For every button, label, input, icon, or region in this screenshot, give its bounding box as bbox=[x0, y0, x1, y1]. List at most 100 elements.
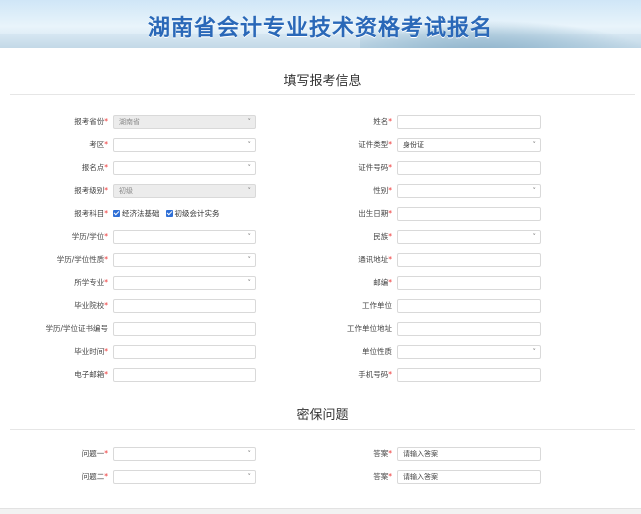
required-mark: * bbox=[388, 472, 392, 481]
field-label: 性别* bbox=[282, 183, 392, 199]
chevron-down-icon: ˅ bbox=[532, 348, 537, 356]
select-field[interactable]: ˅ bbox=[397, 345, 541, 359]
required-mark: * bbox=[388, 232, 392, 241]
page-title: 湖南省会计专业技术资格考试报名 bbox=[147, 16, 493, 41]
required-mark: * bbox=[388, 186, 392, 195]
subject-checkboxes: 经济法基础 初级会计实务 bbox=[113, 206, 226, 222]
answer-label-text: 答案 bbox=[373, 472, 389, 481]
text-input[interactable] bbox=[113, 345, 256, 359]
chevron-down-icon: ˅ bbox=[247, 233, 252, 241]
chevron-down-icon: ˅ bbox=[247, 141, 252, 149]
field-label: 手机号码* bbox=[282, 367, 392, 383]
field-label-text: 报考级别 bbox=[74, 186, 105, 195]
header-banner: 湖南省会计专业技术资格考试报名 bbox=[0, 0, 641, 48]
field-label: 报考级别* bbox=[0, 183, 108, 199]
text-input[interactable] bbox=[397, 115, 541, 129]
field-label: 姓名* bbox=[282, 114, 392, 130]
section-divider bbox=[10, 94, 635, 95]
checkbox-checked-icon[interactable] bbox=[113, 210, 120, 217]
field-label-text: 学历/学位证书编号 bbox=[45, 324, 108, 333]
field-label: 毕业院校* bbox=[0, 298, 108, 314]
text-input[interactable] bbox=[397, 207, 541, 221]
security-question-select[interactable]: ˅ bbox=[113, 470, 256, 484]
section-divider bbox=[10, 429, 635, 430]
chevron-down-icon: ˅ bbox=[247, 279, 252, 287]
chevron-down-icon: ˅ bbox=[532, 187, 537, 195]
required-mark: * bbox=[104, 347, 108, 356]
select-field[interactable]: ˅ bbox=[113, 230, 256, 244]
field-label: 证件类型* bbox=[282, 137, 392, 153]
section-title-security: 密保问题 bbox=[296, 408, 349, 423]
required-mark: * bbox=[104, 186, 108, 195]
text-input[interactable] bbox=[397, 299, 541, 313]
field-label: 通讯地址* bbox=[282, 252, 392, 268]
field-label-text: 性别 bbox=[373, 186, 389, 195]
text-input[interactable] bbox=[397, 253, 541, 267]
field-label: 学历/学位证书编号 bbox=[0, 321, 108, 337]
select-field[interactable]: ˅ bbox=[397, 230, 541, 244]
field-label: 问题二* bbox=[0, 469, 108, 485]
answer-input[interactable]: 请输入答案 bbox=[397, 470, 541, 484]
field-label-text: 电子邮箱 bbox=[74, 370, 105, 379]
required-mark: * bbox=[388, 370, 392, 379]
field-label-text: 工作单位 bbox=[362, 301, 392, 310]
field-label-text: 学历/学位 bbox=[71, 232, 105, 241]
field-label-text: 毕业时间 bbox=[74, 347, 105, 356]
select-field[interactable]: ˅ bbox=[113, 253, 256, 267]
text-input[interactable] bbox=[113, 299, 256, 313]
select-field[interactable]: ˅ bbox=[113, 276, 256, 290]
required-mark: * bbox=[104, 472, 108, 481]
select-field[interactable]: ˅ bbox=[113, 161, 256, 175]
field-label: 毕业时间* bbox=[0, 344, 108, 360]
field-label-text: 出生日期 bbox=[358, 209, 389, 218]
field-value: 身份证 bbox=[403, 141, 424, 149]
answer-placeholder: 请输入答案 bbox=[403, 450, 438, 458]
field-label-text: 考区 bbox=[89, 140, 105, 149]
field-label-text: 报名点 bbox=[81, 163, 105, 172]
security-question-select[interactable]: ˅ bbox=[113, 447, 256, 461]
chevron-down-icon: ˅ bbox=[247, 450, 252, 458]
field-label: 民族* bbox=[282, 229, 392, 245]
field-label-text: 学历/学位性质 bbox=[56, 255, 105, 264]
text-input[interactable] bbox=[397, 322, 541, 336]
chevron-down-icon: ˅ bbox=[532, 141, 537, 149]
field-label: 考区* bbox=[0, 137, 108, 153]
required-mark: * bbox=[388, 278, 392, 287]
field-label: 电子邮箱* bbox=[0, 367, 108, 383]
answer-input[interactable]: 请输入答案 bbox=[397, 447, 541, 461]
chevron-down-icon: ˅ bbox=[247, 256, 252, 264]
field-label: 出生日期* bbox=[282, 206, 392, 222]
field-value: 初级 bbox=[119, 187, 133, 195]
chevron-down-icon: ˅ bbox=[532, 233, 537, 241]
answer-label: 答案* bbox=[282, 469, 392, 485]
field-label-text: 报考省份 bbox=[74, 117, 105, 126]
select-field: 初级 ˅ bbox=[113, 184, 256, 198]
required-mark: * bbox=[104, 301, 108, 310]
required-mark: * bbox=[104, 370, 108, 379]
subject-option[interactable]: 经济法基础 bbox=[113, 209, 160, 218]
required-mark: * bbox=[388, 117, 392, 126]
text-input[interactable] bbox=[113, 322, 256, 336]
checkbox-checked-icon[interactable] bbox=[165, 210, 173, 217]
subject-option[interactable]: 初级会计实务 bbox=[165, 209, 220, 218]
field-label-text: 证件类型 bbox=[358, 140, 389, 149]
required-mark: * bbox=[104, 209, 108, 218]
required-mark: * bbox=[104, 117, 108, 126]
text-input[interactable] bbox=[397, 276, 541, 290]
select-field[interactable]: ˅ bbox=[397, 184, 541, 198]
field-label: 问题一* bbox=[0, 446, 108, 462]
field-label-text: 单位性质 bbox=[362, 347, 392, 356]
field-label-text: 毕业院校 bbox=[74, 301, 105, 310]
select-field[interactable]: ˅ bbox=[113, 138, 256, 152]
field-label-text: 姓名 bbox=[373, 117, 389, 126]
text-input[interactable] bbox=[113, 368, 256, 382]
text-input[interactable] bbox=[397, 368, 541, 382]
answer-label-text: 答案 bbox=[373, 449, 389, 458]
text-input[interactable] bbox=[397, 161, 541, 175]
select-field: 湖南省 ˅ bbox=[113, 115, 256, 129]
field-label: 单位性质 bbox=[282, 344, 392, 360]
select-field[interactable]: 身份证 ˅ bbox=[397, 138, 541, 152]
field-label: 报名点* bbox=[0, 160, 108, 176]
required-mark: * bbox=[388, 140, 392, 149]
required-mark: * bbox=[104, 163, 108, 172]
